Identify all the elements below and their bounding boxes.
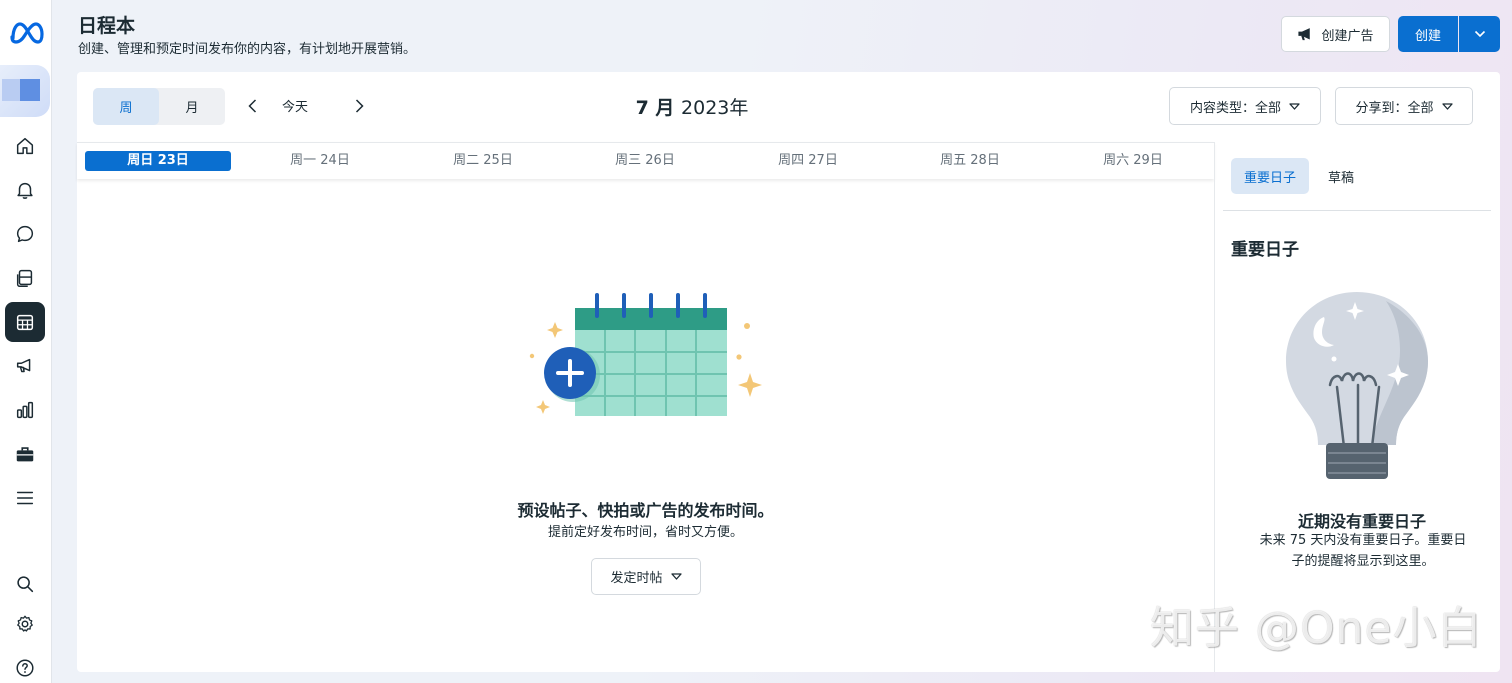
content-type-filter[interactable]: 内容类型：全部: [1169, 87, 1321, 125]
home-icon: [16, 137, 34, 155]
nav-content[interactable]: [5, 258, 45, 298]
create-dropdown-button[interactable]: [1459, 16, 1500, 52]
schedule-post-button[interactable]: 发定时帖: [591, 558, 701, 595]
day-column-header[interactable]: 周日 23日: [85, 151, 231, 171]
settings-icon: [17, 615, 33, 632]
caret-down-icon: [670, 573, 682, 580]
week-days-header: 周日 23日 周一 24日 周二 25日 周三 26日 周四 27日 周五 28…: [77, 142, 1214, 179]
planner-toolbar: 周 月 今天 7 月 2023年 内容类型：全部 分享到：全部: [77, 72, 1500, 142]
nav-help[interactable]: [5, 648, 45, 683]
day-column-header[interactable]: 周五 28日: [897, 151, 1043, 171]
day-column-header[interactable]: 周四 27日: [735, 151, 881, 171]
caret-down-icon: [1441, 102, 1453, 110]
no-important-days-title: 近期没有重要日子: [1297, 512, 1426, 531]
lightbulb-illustration: [1286, 292, 1428, 479]
day-column-header[interactable]: 周六 29日: [1060, 151, 1206, 171]
chat-icon: [16, 225, 34, 243]
meta-logo[interactable]: [8, 16, 44, 48]
help-icon: [16, 659, 34, 677]
chart-icon: [16, 401, 34, 419]
right-panel-tabs: 重要日子 草稿: [1231, 158, 1367, 194]
page-title: 日程本: [78, 15, 136, 37]
account-avatar[interactable]: [0, 65, 50, 117]
planner-card: 周 月 今天 7 月 2023年 内容类型：全部 分享到：全部 周日 23日 周…: [77, 72, 1500, 672]
create-ad-button[interactable]: 创建广告: [1281, 16, 1390, 52]
tab-important-days[interactable]: 重要日子: [1231, 158, 1310, 194]
create-button[interactable]: 创建: [1398, 16, 1458, 52]
caret-down-icon: [1289, 102, 1300, 110]
megaphone-icon: [16, 358, 31, 373]
nav-all-tools[interactable]: [5, 478, 45, 518]
nav-settings[interactable]: [5, 604, 45, 644]
calendar-icon: [16, 314, 34, 331]
share-to-filter[interactable]: 分享到：全部: [1335, 87, 1473, 125]
calendar-illustration: [529, 293, 762, 416]
megaphone-icon: [1298, 27, 1311, 40]
important-days-heading: 重要日子: [1231, 240, 1299, 260]
right-panel-divider: [1223, 210, 1491, 211]
day-column-header[interactable]: 周二 25日: [410, 151, 556, 171]
nav-ads[interactable]: [5, 346, 45, 386]
pages-icon: [16, 269, 33, 287]
day-column-header[interactable]: 周三 26日: [572, 151, 718, 171]
current-month-title: 7 月 2023年: [77, 93, 1307, 120]
no-important-days-subtitle: 未来 75 天内没有重要日子。重要日子的提醒将显示到这里。: [1259, 533, 1467, 569]
nav-insights[interactable]: [5, 390, 45, 430]
share-to-filter-label: 分享到：全部: [1355, 100, 1434, 116]
briefcase-icon: [16, 447, 34, 462]
empty-state-title: 预设帖子、快拍或广告的发布时间。: [517, 501, 774, 520]
content-type-filter-label: 内容类型：全部: [1189, 100, 1281, 116]
nav-home[interactable]: [5, 126, 45, 166]
nav-inbox[interactable]: [5, 214, 45, 254]
nav-business-tools[interactable]: [5, 434, 45, 474]
nav-notifications[interactable]: [5, 170, 45, 210]
schedule-post-label: 发定时帖: [610, 571, 663, 586]
left-nav-rail: [0, 0, 52, 683]
create-ad-label: 创建广告: [1321, 28, 1374, 44]
bell-icon: [17, 182, 33, 199]
empty-state-subtitle: 提前定好发布时间，省时又方便。: [547, 525, 743, 540]
tab-drafts[interactable]: 草稿: [1315, 158, 1367, 194]
year-label: 2023年: [681, 97, 749, 119]
menu-icon: [16, 491, 34, 505]
chevron-down-icon: [1474, 30, 1485, 38]
search-icon: [17, 576, 34, 593]
page-subtitle: 创建、管理和预定时间发布你的内容，有计划地开展营销。: [78, 42, 417, 57]
watermark: 知乎 @One小白: [1150, 603, 1483, 654]
nav-search[interactable]: [5, 564, 45, 604]
day-column-header[interactable]: 周一 24日: [247, 151, 393, 171]
nav-planner[interactable]: [5, 302, 45, 342]
month-label: 7 月: [635, 97, 675, 119]
